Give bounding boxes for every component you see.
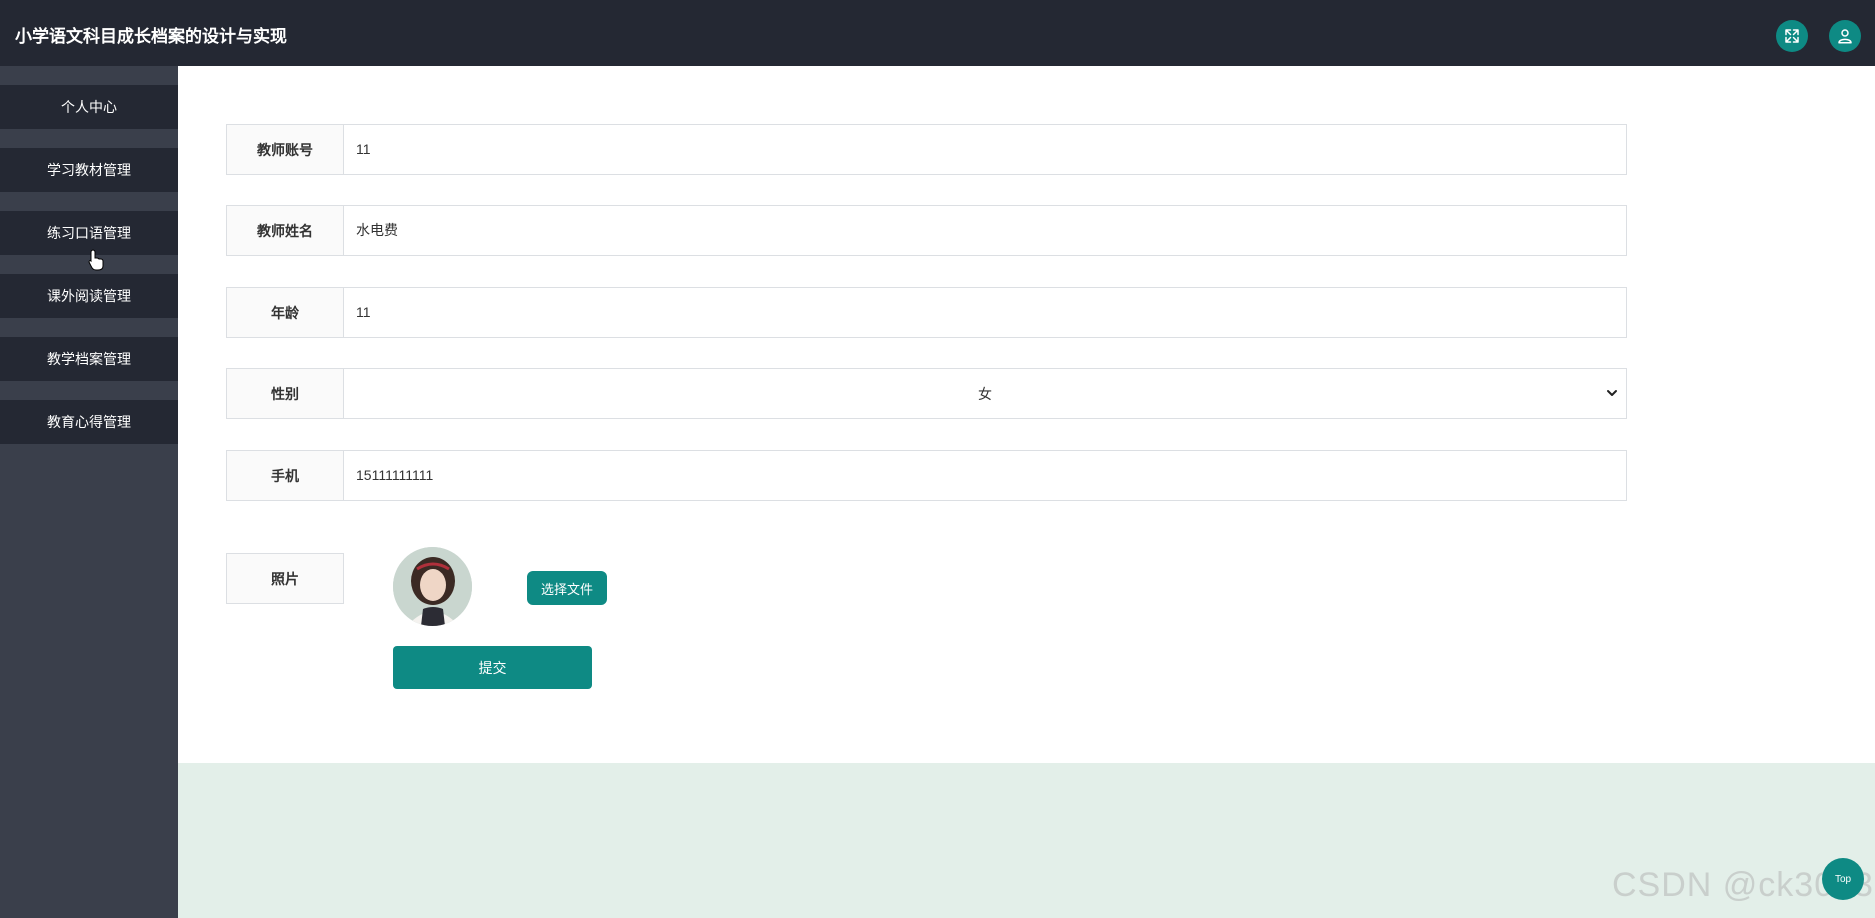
photo-label: 照片 xyxy=(226,553,344,604)
age-label: 年龄 xyxy=(227,288,344,337)
back-to-top-button[interactable]: Top xyxy=(1822,858,1864,900)
chevron-down-icon xyxy=(1607,390,1617,396)
avatar-image xyxy=(393,547,472,626)
hand-cursor-icon xyxy=(88,249,104,271)
phone-row: 手机 15111111111 xyxy=(226,450,1627,501)
sidebar-item-teaching-experience-management[interactable]: 教育心得管理 xyxy=(0,400,178,444)
gender-select[interactable]: 女 xyxy=(344,369,1626,418)
name-row: 教师姓名 水电费 xyxy=(226,205,1627,256)
photo-avatar xyxy=(393,547,472,626)
sidebar-item-textbook-management[interactable]: 学习教材管理 xyxy=(0,148,178,192)
phone-label: 手机 xyxy=(227,451,344,500)
gender-row: 性别 女 xyxy=(226,368,1627,419)
choose-file-button[interactable]: 选择文件 xyxy=(527,571,607,605)
sidebar: 个人中心 学习教材管理 练习口语管理 课外阅读管理 教学档案管理 教育心得管理 xyxy=(0,66,178,918)
sidebar-item-extracurricular-reading-management[interactable]: 课外阅读管理 xyxy=(0,274,178,318)
account-label: 教师账号 xyxy=(227,125,344,174)
user-menu-button[interactable] xyxy=(1829,20,1861,52)
account-input[interactable]: 11 xyxy=(356,125,371,174)
sidebar-item-teaching-archive-management[interactable]: 教学档案管理 xyxy=(0,337,178,381)
user-icon xyxy=(1838,29,1852,44)
fullscreen-button[interactable] xyxy=(1776,20,1808,52)
top-bar: 小学语文科目成长档案的设计与实现 xyxy=(0,0,1875,66)
name-label: 教师姓名 xyxy=(227,206,344,255)
age-input[interactable]: 11 xyxy=(356,288,371,337)
name-input[interactable]: 水电费 xyxy=(356,206,398,255)
age-row: 年龄 11 xyxy=(226,287,1627,338)
account-row: 教师账号 11 xyxy=(226,124,1627,175)
gender-selected-value: 女 xyxy=(978,385,992,402)
sidebar-item-personal-center[interactable]: 个人中心 xyxy=(0,85,178,129)
expand-arrows-icon xyxy=(1785,29,1799,43)
app-title: 小学语文科目成长档案的设计与实现 xyxy=(15,27,287,46)
submit-button[interactable]: 提交 xyxy=(393,646,592,689)
gender-label: 性别 xyxy=(227,369,344,418)
phone-input[interactable]: 15111111111 xyxy=(356,451,433,500)
